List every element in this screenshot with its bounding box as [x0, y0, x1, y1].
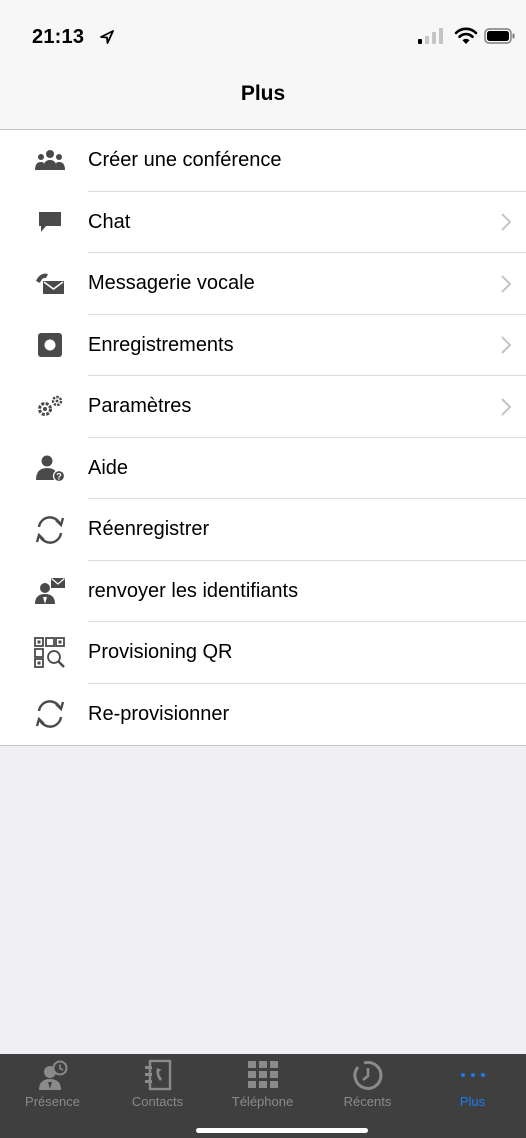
menu-item-label: Réenregistrer: [88, 518, 210, 541]
tab-label: Plus: [459, 1094, 486, 1109]
battery-icon: [484, 28, 515, 44]
menu-item-resend-credentials[interactable]: renvoyer les identifiants: [0, 561, 526, 622]
chevron-right-icon: [501, 398, 512, 416]
menu-item-voicemail[interactable]: Messagerie vocale: [0, 253, 526, 315]
menu-item-reregister[interactable]: Réenregistrer: [0, 499, 526, 561]
wifi-icon: [454, 27, 478, 44]
menu-item-reprovision[interactable]: Re-provisionner: [0, 684, 526, 746]
refresh-icon: [34, 698, 66, 730]
chat-icon: [34, 206, 66, 238]
status-time: 21:13: [32, 26, 85, 48]
menu-item-settings[interactable]: Paramètres: [0, 376, 526, 438]
svg-text:?: ?: [56, 472, 62, 482]
tab-recents[interactable]: Récents: [315, 1054, 420, 1114]
help-user-icon: ?: [34, 452, 66, 484]
menu-item-label: Re-provisionner: [88, 702, 230, 725]
menu-item-chat[interactable]: Chat: [0, 192, 526, 253]
menu-item-label: Aide: [88, 456, 129, 479]
page-title: Plus: [240, 82, 286, 105]
menu-item-label: Chat: [88, 210, 131, 233]
menu-item-provisioning-qr[interactable]: Provisioning QR: [0, 622, 526, 684]
tab-contacts[interactable]: Contacts: [105, 1054, 210, 1114]
menu-item-label: Créer une conférence: [88, 149, 282, 172]
more-dots-icon: [455, 1060, 491, 1090]
chevron-right-icon: [501, 336, 512, 354]
menu-item-create-conference[interactable]: Créer une conférence: [0, 130, 526, 192]
gears-icon: [34, 391, 66, 423]
tab-presence[interactable]: Présence: [0, 1054, 105, 1114]
more-menu-list: Créer une conférence Chat Messagerie voc…: [0, 130, 526, 746]
location-arrow-icon: [100, 30, 114, 44]
chevron-right-icon: [501, 213, 512, 231]
chevron-right-icon: [501, 275, 512, 293]
contacts-icon: [140, 1059, 176, 1091]
qr-scan-icon: [34, 636, 66, 669]
clock-icon: [350, 1060, 386, 1090]
presence-icon: [35, 1060, 71, 1090]
voicemail-icon: [34, 268, 66, 300]
menu-item-label: Enregistrements: [88, 333, 234, 356]
menu-item-help[interactable]: ? Aide: [0, 438, 526, 499]
menu-item-recordings[interactable]: Enregistrements: [0, 315, 526, 376]
menu-item-label: Messagerie vocale: [88, 272, 255, 295]
refresh-icon: [34, 514, 66, 546]
menu-item-label: renvoyer les identifiants: [88, 579, 299, 602]
keypad-icon: [245, 1060, 281, 1090]
menu-item-label: Paramètres: [88, 395, 192, 418]
menu-item-label: Provisioning QR: [88, 641, 233, 664]
tab-label: Récents: [343, 1094, 392, 1109]
tab-label: Contacts: [131, 1094, 184, 1109]
tab-bar: Présence Contacts Téléphone Récents Plus: [0, 1054, 526, 1138]
tab-label: Téléphone: [231, 1094, 294, 1109]
top-bar: 21:13 Plus: [0, 0, 526, 130]
tab-telephone[interactable]: Téléphone: [210, 1054, 315, 1114]
home-indicator[interactable]: [196, 1128, 368, 1133]
recordings-icon: [34, 329, 66, 361]
tab-label: Présence: [25, 1094, 80, 1109]
conference-icon: [34, 145, 66, 177]
status-indicators: [406, 26, 516, 46]
tab-plus[interactable]: Plus: [420, 1054, 525, 1114]
user-mail-icon: [34, 575, 66, 607]
signal-icon: [418, 28, 443, 44]
